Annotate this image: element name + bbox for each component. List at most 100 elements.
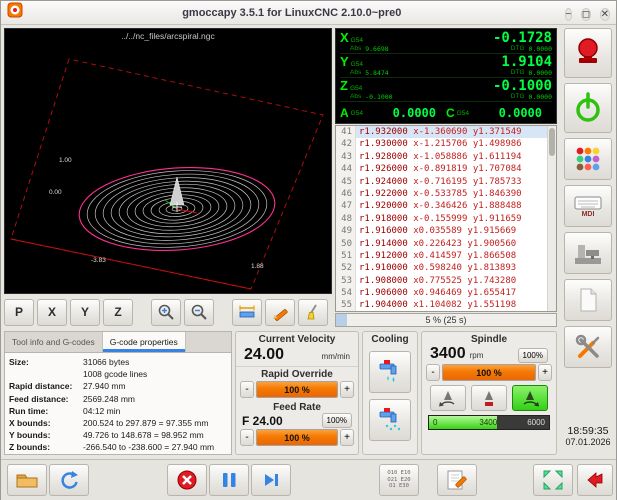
gcode-line[interactable]: 51 r1.912000 x0.414597 y1.866508 (336, 250, 547, 262)
spindle-override-slider[interactable]: 100 % (442, 364, 536, 381)
rapid-plus-button[interactable]: + (340, 381, 354, 398)
gauge-max: 6000 (527, 416, 545, 429)
gcode-line[interactable]: 42 r1.930000 x-1.215706 y1.498986 (336, 138, 547, 150)
flood-coolant-icon (375, 357, 405, 387)
gcode-line[interactable]: 50 r1.914000 x0.226423 y1.900560 (336, 238, 547, 250)
spindle-title: Spindle (422, 334, 556, 345)
reload-file-button[interactable] (49, 464, 89, 496)
spindle-panel: Spindle 3400 rpm 100% - 100 % + (421, 331, 557, 455)
flood-button[interactable] (369, 351, 411, 393)
estop-icon (571, 36, 605, 70)
gmoccapy-window: gmoccapy 3.5.1 for LinuxCNC 2.10.0~pre0 … (0, 0, 617, 500)
view-preset-button[interactable]: P (4, 299, 34, 326)
exit-button[interactable] (577, 464, 613, 496)
view-preset-button[interactable]: X (37, 299, 67, 326)
spindle-cw-button[interactable] (512, 385, 548, 411)
property-row: X bounds: 200.524 to 297.879 = 97.355 mm (9, 417, 227, 429)
gcode-scrollbar[interactable] (547, 126, 556, 311)
gcode-line[interactable]: 48 r1.918000 x-0.155999 y1.911659 (336, 213, 547, 225)
preview-toolbar: PXYZ (4, 297, 332, 327)
tab-tool-info[interactable]: Tool info and G-codes (5, 332, 103, 352)
clear-plot-button[interactable] (298, 299, 328, 326)
spindle-stop-button[interactable] (471, 385, 507, 411)
dro-axis-row[interactable]: Y G54 1.9104 Abs 5.8474 DTG 0.0000 (340, 54, 552, 78)
right-sidebar: MDI 18:59:35 07.01.2026 (561, 28, 615, 453)
spindle-ccw-button[interactable] (430, 385, 466, 411)
gcode-line[interactable]: 49 r1.916000 x0.035589 y1.915669 (336, 225, 547, 237)
axis-label: 0.00 (49, 189, 62, 196)
gcode-line[interactable]: 45 r1.924000 x-0.716195 y1.785733 (336, 176, 547, 188)
step-button[interactable] (251, 464, 291, 496)
view-preset-button[interactable]: Y (70, 299, 100, 326)
skip-optional-blocks-button[interactable]: O10 E10 O21 E20 O1 E30 (379, 464, 419, 496)
minimize-button[interactable]: − (565, 8, 573, 21)
property-row: Z bounds: -266.540 to -238.600 = 27.940 … (9, 441, 227, 453)
zoom-out-icon (190, 303, 208, 321)
page-icon (575, 287, 601, 313)
feed-rate-title: Feed Rate (236, 402, 358, 413)
spindle-plus-button[interactable]: + (538, 364, 552, 381)
close-button[interactable]: ✕ (600, 8, 610, 21)
gcode-line[interactable]: 53 r1.908000 x0.775525 y1.743280 (336, 275, 547, 287)
settings-button[interactable] (564, 326, 612, 368)
rapid-override-slider[interactable]: 100 % (256, 381, 338, 398)
mdi-label: MDI (582, 211, 595, 218)
fullscreen-arrows-icon (542, 469, 564, 491)
gcode-line[interactable]: 41 r1.932000 x-1.360690 y1.371549 (336, 126, 547, 138)
gcode-line[interactable]: 43 r1.928000 x-1.058886 y1.611194 (336, 151, 547, 163)
gcode-line[interactable]: 46 r1.922000 x-0.533785 y1.846390 (336, 188, 547, 200)
spindle-reset-button[interactable]: 100% (518, 348, 548, 363)
edit-file-button[interactable] (437, 464, 477, 496)
dro-axis-row[interactable]: A G54 0.0000 (340, 102, 446, 124)
property-row: Rapid distance: 27.940 mm (9, 380, 227, 392)
current-velocity-value: 24.00 (244, 346, 284, 364)
keyboard-icon (573, 195, 603, 211)
dro-axis-row[interactable]: C G54 0.0000 (446, 102, 552, 124)
feed-minus-button[interactable]: - (240, 429, 254, 446)
mist-coolant-icon (375, 405, 405, 435)
velocity-panel: Current Velocity 24.00 mm/min Rapid Over… (235, 331, 359, 455)
mdi-mode-button[interactable]: MDI (564, 185, 612, 227)
gcode-lines: 41 r1.932000 x-1.360690 y1.371549 42 r1.… (336, 126, 547, 311)
open-file-button[interactable] (7, 464, 47, 496)
gcode-line[interactable]: 52 r1.910000 x0.598240 y1.813893 (336, 262, 547, 274)
zoom-out-button[interactable] (184, 299, 214, 326)
gcode-line[interactable]: 47 r1.920000 x-0.346426 y1.888488 (336, 200, 547, 212)
gcode-line[interactable]: 55 r1.904000 x1.104082 y1.551198 (336, 299, 547, 311)
dro-axis-row[interactable]: Z G54 -0.1000 Abs -0.1000 DTG 0.0000 (340, 78, 552, 102)
feed-override-slider[interactable]: 100 % (256, 429, 338, 446)
estop-button[interactable] (564, 28, 612, 78)
stop-button[interactable] (167, 464, 207, 496)
pause-button[interactable] (209, 464, 249, 496)
rapid-override-value: 100 % (257, 382, 337, 397)
user-tab-button[interactable] (564, 279, 612, 321)
gcode-line[interactable]: 54 r1.906000 x0.946469 y1.655417 (336, 287, 547, 299)
machine-on-button[interactable] (564, 83, 612, 133)
gauge-min: 0 (433, 416, 437, 429)
clock: 18:59:35 07.01.2026 (565, 425, 610, 447)
titlebar[interactable]: gmoccapy 3.5.1 for LinuxCNC 2.10.0~pre0 … (1, 1, 616, 25)
edit-gcode-button[interactable] (265, 299, 295, 326)
gcode-line[interactable]: 44 r1.926000 x-0.891819 y1.707084 (336, 163, 547, 175)
feed-plus-button[interactable]: + (340, 429, 354, 446)
gremlin-preview[interactable]: ../../nc_files/arcspiral.ngc (4, 28, 332, 294)
gcode-view[interactable]: 41 r1.932000 x-1.360690 y1.371549 42 r1.… (335, 125, 557, 312)
mist-button[interactable] (369, 399, 411, 441)
spindle-minus-button[interactable]: - (426, 364, 440, 381)
tab-gcode-properties[interactable]: G-code properties (103, 332, 186, 352)
maximize-button[interactable]: ◻ (581, 8, 591, 21)
broom-icon (304, 303, 322, 321)
view-preset-button[interactable]: Z (103, 299, 133, 326)
tool-settings-button[interactable] (564, 138, 612, 180)
zoom-in-button[interactable] (151, 299, 181, 326)
spindle-rpm-value: 3400 (430, 345, 466, 363)
rapid-minus-button[interactable]: - (240, 381, 254, 398)
view-dimensions-button[interactable] (232, 299, 262, 326)
window-controls: − ◻ ✕ (561, 4, 610, 22)
fullscreen-button[interactable] (533, 464, 573, 496)
feed-reset-button[interactable]: 100% (322, 413, 352, 428)
scrollbar-thumb[interactable] (549, 128, 555, 156)
dro-axis-row[interactable]: X G54 -0.1728 Abs 9.6698 DTG 0.0000 (340, 30, 552, 54)
dimensions-icon (238, 303, 256, 321)
auto-mode-button[interactable] (564, 232, 612, 274)
